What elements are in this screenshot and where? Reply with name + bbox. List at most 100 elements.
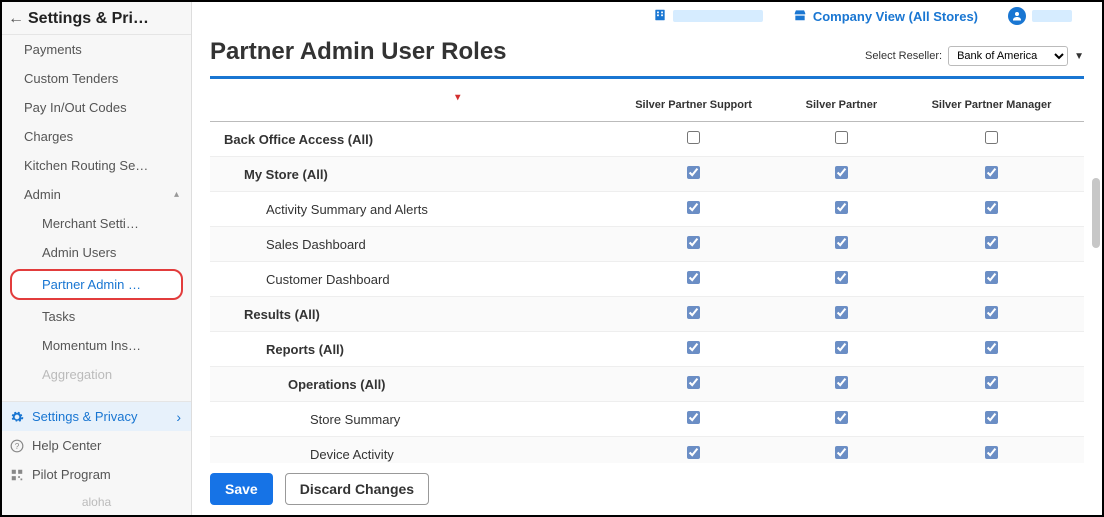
permissions-header-empty: ▾ [210,93,603,122]
permission-checkbox[interactable] [687,411,700,424]
permission-cell [784,332,899,367]
permission-checkbox[interactable] [985,341,998,354]
permission-checkbox[interactable] [687,201,700,214]
permission-checkbox[interactable] [985,236,998,249]
topbar-placeholder [673,10,763,22]
gear-icon [10,410,24,424]
sidebar-item-momentum-ins[interactable]: Momentum Ins… [2,331,191,360]
sidebar-item-label: Momentum Ins… [42,338,141,353]
sidebar-item-charges[interactable]: Charges [2,122,191,151]
permission-checkbox[interactable] [835,341,848,354]
permission-checkbox[interactable] [985,271,998,284]
permission-checkbox[interactable] [687,131,700,144]
reseller-picker: Select Reseller: Bank of America ▼ [865,46,1084,66]
back-arrow-icon[interactable]: ← [8,10,24,28]
permission-checkbox[interactable] [687,306,700,319]
sidebar-item-admin-users[interactable]: Admin Users [2,238,191,267]
sidebar-item-label: Kitchen Routing Se… [24,158,148,173]
permission-checkbox[interactable] [835,376,848,389]
permission-checkbox[interactable] [835,236,848,249]
table-row: Results (All) [210,297,1084,332]
permission-checkbox[interactable] [985,446,998,459]
sidebar-item-label: Admin Users [42,245,116,260]
permission-checkbox[interactable] [687,376,700,389]
permission-checkbox[interactable] [985,306,998,319]
sidebar-item-tasks[interactable]: Tasks [2,302,191,331]
role-column-header: Silver Partner Support [603,93,784,122]
permission-cell [603,297,784,332]
topbar-user[interactable] [1008,7,1072,25]
sidebar-item-payments[interactable]: Payments [2,35,191,64]
permission-cell [899,227,1084,262]
permission-cell [899,297,1084,332]
sidebar-item-admin[interactable]: Admin▴ [2,180,191,209]
permission-cell [899,122,1084,157]
sidebar-item-settings-privacy[interactable]: Settings & Privacy [2,402,191,431]
reseller-select[interactable]: Bank of America [948,46,1068,66]
scrollbar-thumb[interactable] [1092,178,1100,248]
permission-checkbox[interactable] [985,201,998,214]
role-column-header: Silver Partner Manager [899,93,1084,122]
permission-cell [784,122,899,157]
permission-checkbox[interactable] [835,411,848,424]
sidebar-header: ← Settings & Pri… [2,2,191,35]
permission-checkbox[interactable] [687,166,700,179]
sidebar-item-partner-admin[interactable]: Partner Admin … [10,269,183,300]
permission-cell [603,402,784,437]
permission-checkbox[interactable] [985,166,998,179]
permission-cell [784,227,899,262]
permission-label: My Store (All) [210,157,603,192]
building-icon [653,8,667,25]
save-button[interactable]: Save [210,473,273,505]
permission-checkbox[interactable] [835,271,848,284]
permission-checkbox[interactable] [687,341,700,354]
permission-checkbox[interactable] [985,131,998,144]
sidebar-item-pilot-program[interactable]: Pilot Program [2,460,191,489]
sidebar: ← Settings & Pri… Payments Custom Tenders… [2,2,192,515]
permission-checkbox[interactable] [985,376,998,389]
permission-cell [784,192,899,227]
permissions-table-wrap: ▾ Silver Partner SupportSilver PartnerSi… [210,93,1084,463]
topbar-user-placeholder [1032,10,1072,22]
table-row: My Store (All) [210,157,1084,192]
sidebar-item-label: Custom Tenders [24,71,118,86]
sidebar-item-custom-tenders[interactable]: Custom Tenders [2,64,191,93]
permission-label: Customer Dashboard [210,262,603,297]
permission-cell [784,157,899,192]
permission-checkbox[interactable] [687,446,700,459]
table-row: Reports (All) [210,332,1084,367]
sidebar-item-aggregation[interactable]: Aggregation [2,360,191,389]
table-row: Device Activity [210,437,1084,464]
divider [210,76,1084,79]
topbar-building[interactable] [653,8,763,25]
chevron-down-icon: ▼ [1074,51,1084,62]
permission-checkbox[interactable] [687,236,700,249]
sidebar-footer-text: aloha [2,489,191,515]
sidebar-item-kitchen-routing-se[interactable]: Kitchen Routing Se… [2,151,191,180]
permission-checkbox[interactable] [835,131,848,144]
avatar-icon [1008,7,1026,25]
discard-button[interactable]: Discard Changes [285,473,429,505]
reseller-label: Select Reseller: [865,50,942,62]
sidebar-item-help-center[interactable]: ?Help Center [2,431,191,460]
permission-cell [784,262,899,297]
permission-cell [899,157,1084,192]
table-row: Back Office Access (All) [210,122,1084,157]
permission-checkbox[interactable] [687,271,700,284]
content: Partner Admin User Roles Select Reseller… [192,28,1102,515]
sidebar-nav: Payments Custom Tenders Pay In/Out Codes Ch… [2,35,191,401]
sidebar-item-label: Aggregation [42,367,112,382]
topbar-company-view[interactable]: Company View (All Stores) [793,8,978,25]
sidebar-item-pay-in-out-codes[interactable]: Pay In/Out Codes [2,93,191,122]
table-row: Customer Dashboard [210,262,1084,297]
permission-checkbox[interactable] [835,201,848,214]
permission-checkbox[interactable] [835,446,848,459]
permission-checkbox[interactable] [835,306,848,319]
sidebar-item-label: Admin [24,187,61,202]
permission-checkbox[interactable] [835,166,848,179]
sidebar-item-merchant-setti[interactable]: Merchant Setti… [2,209,191,238]
sidebar-item-label: Charges [24,129,73,144]
permission-checkbox[interactable] [985,411,998,424]
sidebar-item-label: Pilot Program [32,467,111,482]
permission-cell [784,402,899,437]
